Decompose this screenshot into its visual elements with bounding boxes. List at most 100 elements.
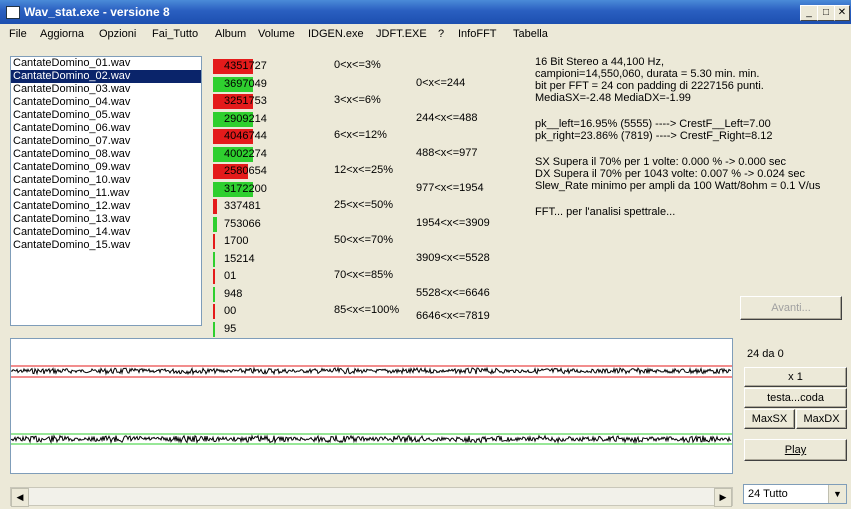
percent-range-label: 25<x<=50% bbox=[334, 199, 394, 211]
file-list-item[interactable]: CantateDomino_10.wav bbox=[11, 174, 201, 187]
bar-value: 1700 bbox=[224, 235, 249, 247]
minimize-button[interactable]: _ bbox=[800, 5, 818, 21]
waveform-display bbox=[10, 338, 733, 474]
app-icon bbox=[6, 6, 20, 19]
info-panel: 16 Bit Stereo a 44,100 Hz, campioni=14,5… bbox=[535, 56, 820, 218]
left-channel-waveform bbox=[10, 366, 732, 376]
bar-row: 337481 bbox=[213, 198, 333, 216]
menu-opzioni[interactable]: Opzioni bbox=[99, 28, 136, 40]
file-list-item-selected[interactable]: CantateDomino_02.wav bbox=[11, 70, 201, 83]
bar-fill bbox=[213, 304, 215, 319]
file-list-item[interactable]: CantateDomino_08.wav bbox=[11, 148, 201, 161]
bar-row: 3697049 bbox=[213, 76, 333, 94]
close-button[interactable]: ✕ bbox=[834, 5, 850, 21]
percent-range-label: 0<x<=3% bbox=[334, 59, 381, 71]
title-bar: Wav_stat.exe - versione 8 _ □ ✕ bbox=[0, 0, 851, 24]
bar-fill bbox=[213, 269, 215, 284]
play-button[interactable]: Play bbox=[744, 439, 847, 461]
zoom-x1-button[interactable]: x 1 bbox=[744, 367, 847, 387]
scroll-left-arrow-icon[interactable]: ◀ bbox=[11, 488, 29, 507]
menu-bar: File Aggiorna Opzioni Fai_Tutto Album Vo… bbox=[0, 24, 851, 44]
bar-row: 4002274 bbox=[213, 146, 333, 164]
bar-row: 00 bbox=[213, 303, 333, 321]
file-list-item[interactable]: CantateDomino_11.wav bbox=[11, 187, 201, 200]
bar-fill bbox=[213, 199, 217, 214]
menu-jdft[interactable]: JDFT.EXE bbox=[376, 28, 427, 40]
bar-fill bbox=[213, 234, 215, 249]
bar-row: 01 bbox=[213, 268, 333, 286]
freq-range-label: 3909<x<=5528 bbox=[416, 252, 490, 264]
menu-volume[interactable]: Volume bbox=[258, 28, 295, 40]
file-list[interactable]: CantateDomino_01.wav CantateDomino_02.wa… bbox=[10, 56, 202, 326]
file-list-item[interactable]: CantateDomino_14.wav bbox=[11, 226, 201, 239]
menu-help[interactable]: ? bbox=[438, 28, 444, 40]
bar-row: 3172200 bbox=[213, 181, 333, 199]
info-line: 16 Bit Stereo a 44,100 Hz, bbox=[535, 56, 665, 68]
menu-album[interactable]: Album bbox=[215, 28, 246, 40]
info-line: Slew_Rate minimo per ampli da 100 Watt/8… bbox=[535, 180, 821, 192]
bar-value: 4046744 bbox=[224, 130, 267, 142]
bar-row: 2909214 bbox=[213, 111, 333, 129]
bar-row: 4351727 bbox=[213, 58, 333, 76]
menu-fai-tutto[interactable]: Fai_Tutto bbox=[152, 28, 198, 40]
percent-range-label: 6<x<=12% bbox=[334, 129, 387, 141]
percent-range-label: 3<x<=6% bbox=[334, 94, 381, 106]
maximize-button[interactable]: □ bbox=[817, 5, 835, 21]
bar-value: 3172200 bbox=[224, 182, 267, 195]
file-list-item[interactable]: CantateDomino_09.wav bbox=[11, 161, 201, 174]
menu-file[interactable]: File bbox=[9, 28, 27, 40]
info-line: FFT... per l'analisi spettrale... bbox=[535, 206, 676, 218]
chevron-down-icon[interactable]: ▼ bbox=[828, 485, 846, 503]
info-line: DX Supera il 70% per 1043 volte: 0.007 %… bbox=[535, 168, 805, 180]
info-line: pk_right=23.86% (7819) ----> CrestF_Righ… bbox=[535, 130, 773, 142]
menu-tabella[interactable]: Tabella bbox=[513, 28, 548, 40]
bar-value: 2909214 bbox=[224, 112, 267, 125]
position-label: 24 da 0 bbox=[747, 348, 784, 360]
info-line: pk__left=16.95% (5555) ----> CrestF__Lef… bbox=[535, 118, 771, 130]
bar-value: 753066 bbox=[224, 217, 261, 230]
file-list-item[interactable]: CantateDomino_13.wav bbox=[11, 213, 201, 226]
bar-row: 753066 bbox=[213, 216, 333, 234]
percent-range-label: 85<x<=100% bbox=[334, 304, 400, 316]
bar-row: 15214 bbox=[213, 251, 333, 269]
bar-value: 01 bbox=[224, 270, 237, 282]
scroll-right-arrow-icon[interactable]: ▶ bbox=[714, 488, 732, 507]
bar-value: 948 bbox=[224, 287, 243, 300]
file-list-item[interactable]: CantateDomino_04.wav bbox=[11, 96, 201, 109]
bar-row: 4046744 bbox=[213, 128, 333, 146]
bar-fill bbox=[213, 216, 217, 232]
file-list-item[interactable]: CantateDomino_01.wav bbox=[11, 57, 201, 70]
bar-fill bbox=[213, 286, 215, 302]
maxdx-button[interactable]: MaxDX bbox=[796, 409, 847, 429]
bar-row: 2580654 bbox=[213, 163, 333, 181]
testa-coda-button[interactable]: testa...coda bbox=[744, 388, 847, 408]
menu-idgen[interactable]: IDGEN.exe bbox=[308, 28, 364, 40]
menu-aggiorna[interactable]: Aggiorna bbox=[40, 28, 84, 40]
bar-value: 337481 bbox=[224, 200, 261, 212]
avanti-button[interactable]: Avanti... bbox=[740, 296, 842, 320]
horizontal-scrollbar[interactable]: ◀ ▶ bbox=[10, 487, 733, 507]
right-channel-waveform bbox=[10, 434, 732, 445]
freq-range-label: 488<x<=977 bbox=[416, 147, 478, 159]
file-list-item[interactable]: CantateDomino_12.wav bbox=[11, 200, 201, 213]
level-bars: 4351727 3697049 3251753 2909214 4046744 … bbox=[213, 58, 333, 338]
file-list-item[interactable]: CantateDomino_06.wav bbox=[11, 122, 201, 135]
range-select[interactable]: 24 Tutto ▼ bbox=[743, 484, 847, 504]
freq-range-label: 0<x<=244 bbox=[416, 77, 466, 89]
info-line: bit per FFT = 24 con padding di 2227156 … bbox=[535, 80, 764, 92]
file-list-item[interactable]: CantateDomino_15.wav bbox=[11, 239, 201, 252]
bar-value: 4002274 bbox=[224, 147, 267, 160]
maxsx-button[interactable]: MaxSX bbox=[744, 409, 795, 429]
info-line: SX Supera il 70% per 1 volte: 0.000 % ->… bbox=[535, 156, 787, 168]
freq-range-label: 6646<x<=7819 bbox=[416, 310, 490, 322]
info-line: campioni=14,550,060, durata = 5.30 min. … bbox=[535, 68, 760, 80]
menu-infofft[interactable]: InfoFFT bbox=[458, 28, 497, 40]
bar-row: 1700 bbox=[213, 233, 333, 251]
file-list-item[interactable]: CantateDomino_05.wav bbox=[11, 109, 201, 122]
file-list-item[interactable]: CantateDomino_03.wav bbox=[11, 83, 201, 96]
freq-range-label: 977<x<=1954 bbox=[416, 182, 484, 194]
bar-fill bbox=[213, 251, 215, 267]
file-list-item[interactable]: CantateDomino_07.wav bbox=[11, 135, 201, 148]
bar-value: 2580654 bbox=[224, 165, 267, 177]
percent-range-label: 70<x<=85% bbox=[334, 269, 394, 281]
